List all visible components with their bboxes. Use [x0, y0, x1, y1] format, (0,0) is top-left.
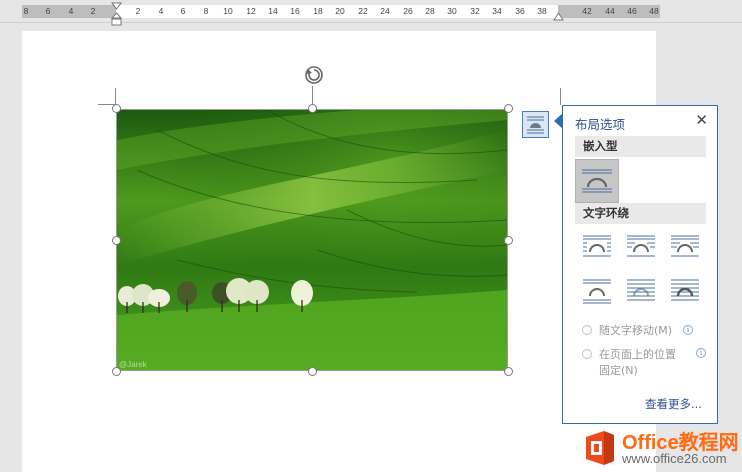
fix-position-radio[interactable] [582, 349, 592, 359]
inline-with-text-icon [582, 169, 612, 193]
option-through[interactable] [669, 232, 701, 262]
move-with-text-label: 随文字移动(M) [599, 324, 673, 337]
ruler-tick: 4 [68, 6, 74, 16]
resize-handle-right[interactable] [504, 236, 513, 245]
ruler-tick: 8 [23, 6, 29, 16]
wrap-tight-icon [627, 235, 655, 257]
option-top-and-bottom[interactable] [581, 276, 613, 306]
resize-handle-bottom-left[interactable] [112, 367, 121, 376]
rotate-stem [312, 86, 313, 104]
option-in-front-of-text[interactable] [669, 276, 701, 306]
close-icon[interactable]: ✕ [695, 111, 708, 129]
info-icon[interactable]: i [696, 348, 706, 358]
indent-marker-icon[interactable] [111, 2, 122, 28]
info-icon[interactable]: i [683, 325, 693, 335]
ruler-tick: 18 [313, 6, 323, 16]
option-tight[interactable] [625, 232, 657, 262]
wrap-top-bottom-icon [583, 279, 611, 304]
ruler-tick: 6 [180, 6, 186, 16]
ruler-tick: 46 [627, 6, 637, 16]
ruler-tick: 14 [268, 6, 278, 16]
inserted-picture[interactable]: @Jarek [117, 110, 508, 371]
option-square[interactable] [581, 232, 613, 262]
ruler-tick: 24 [380, 6, 390, 16]
ruler-tick: 34 [492, 6, 502, 16]
ruler-tick: 2 [135, 6, 141, 16]
office-logo-icon [586, 431, 614, 465]
resize-handle-bottom-right[interactable] [504, 367, 513, 376]
resize-handle-top-right[interactable] [504, 104, 513, 113]
option-behind-text[interactable] [625, 276, 657, 306]
layout-options-icon [527, 116, 544, 134]
ruler-tick: 38 [537, 6, 547, 16]
right-indent-marker-icon[interactable] [553, 12, 564, 22]
horizontal-ruler[interactable]: 8 6 4 2 2 4 6 8 10 12 14 16 18 20 22 24 … [0, 0, 742, 26]
ruler-tick: 8 [203, 6, 209, 16]
layout-options-button[interactable] [522, 111, 549, 138]
option-inline-with-text[interactable] [575, 159, 619, 203]
panel-title: 布局选项 [575, 117, 626, 132]
ruler-tick: 22 [358, 6, 368, 16]
ruler-tick: 36 [515, 6, 525, 16]
ruler-tick: 2 [90, 6, 96, 16]
move-with-text-radio[interactable] [582, 325, 592, 335]
ruler-tick: 12 [246, 6, 256, 16]
ruler-tick: 4 [158, 6, 164, 16]
ruler-tick: 32 [470, 6, 480, 16]
resize-handle-top-left[interactable] [112, 104, 121, 113]
wrap-behind-text-icon [627, 279, 655, 301]
ruler-tick: 20 [335, 6, 345, 16]
crop-mark [115, 88, 116, 105]
crop-mark [560, 88, 561, 105]
ruler-tick: 42 [582, 6, 592, 16]
rotate-handle-icon[interactable] [303, 64, 325, 86]
layout-options-panel: 布局选项 ✕ 嵌入型 文字环绕 随文字移动(M) i 在页面上的位置 固定(N)… [562, 105, 718, 424]
ruler-tick: 48 [649, 6, 659, 16]
ruler-tick: 10 [223, 6, 233, 16]
resize-handle-left[interactable] [112, 236, 121, 245]
fix-position-label-line2: 固定(N) [599, 364, 638, 377]
ruler-tick: 16 [290, 6, 300, 16]
ruler-tick: 6 [45, 6, 51, 16]
ruler-tick: 28 [425, 6, 435, 16]
fix-position-label-line1: 在页面上的位置 [599, 348, 676, 361]
photo-watermark: @Jarek [119, 360, 148, 369]
logo-url-text: www.office26.com [622, 451, 727, 466]
see-more-link[interactable]: 查看更多... [645, 396, 702, 412]
wrap-square-icon [583, 235, 611, 257]
ruler-tick: 44 [605, 6, 615, 16]
resize-handle-top[interactable] [308, 104, 317, 113]
ruler-tick: 26 [403, 6, 413, 16]
wrap-in-front-icon [671, 279, 699, 301]
wrap-through-icon [671, 235, 699, 257]
ruler-tick: 30 [447, 6, 457, 16]
wrap-section-header: 文字环绕 [575, 203, 706, 224]
site-logo: Office教程网 www.office26.com [578, 424, 742, 472]
resize-handle-bottom[interactable] [308, 367, 317, 376]
inline-section-header: 嵌入型 [575, 136, 706, 157]
